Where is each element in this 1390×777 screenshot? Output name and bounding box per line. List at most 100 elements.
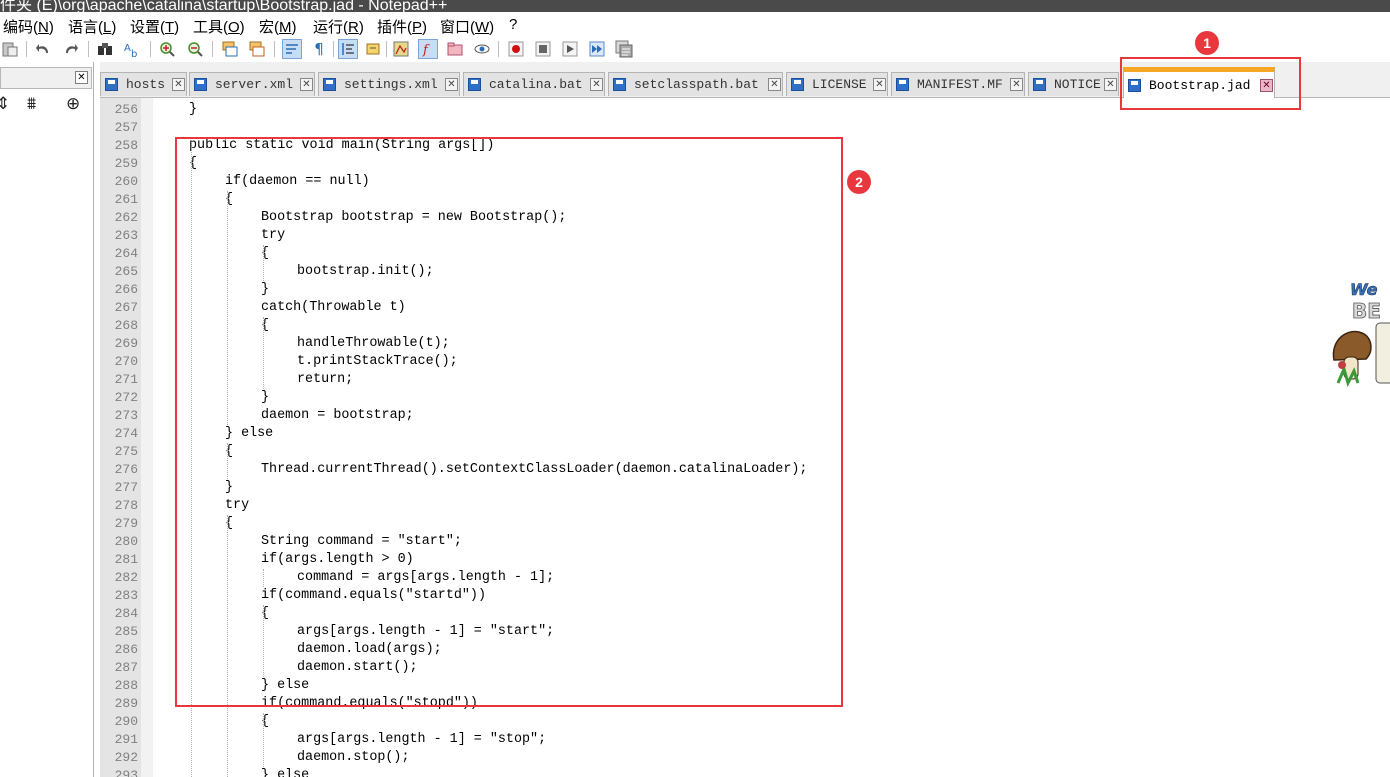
tab-bootstrap-jad[interactable]: Bootstrap.jad ✕ — [1123, 67, 1275, 98]
code-line[interactable]: } else — [225, 425, 273, 443]
code-line[interactable]: handleThrowable(t); — [297, 335, 450, 353]
indent-guide-icon[interactable] — [338, 39, 358, 59]
code-line[interactable]: } — [225, 479, 233, 497]
tab-catalina-bat[interactable]: catalina.bat ✕ — [463, 72, 605, 96]
record-macro-icon[interactable] — [507, 40, 525, 58]
code-line[interactable]: args[args.length - 1] = "start"; — [297, 623, 554, 641]
code-text-area[interactable]: } public static void main(String args[]){… — [153, 98, 1390, 777]
paste-icon[interactable] — [1, 40, 19, 58]
code-line[interactable]: Thread.currentThread().setContextClassLo… — [261, 461, 807, 479]
menu-language[interactable]: 语言(L) — [68, 16, 116, 37]
monitoring-icon[interactable] — [473, 40, 491, 58]
menu-macro[interactable]: 宏(M) — [259, 16, 297, 37]
menu-settings[interactable]: 设置(T) — [130, 16, 179, 37]
stop-record-icon[interactable] — [534, 40, 552, 58]
code-line[interactable]: if(args.length > 0) — [261, 551, 414, 569]
redo-icon[interactable] — [62, 40, 80, 58]
code-line[interactable]: daemon = bootstrap; — [261, 407, 414, 425]
side-panel-close-icon[interactable]: ✕ — [75, 71, 88, 84]
code-line[interactable]: } — [261, 281, 269, 299]
run-macro-multiple-icon[interactable] — [588, 40, 606, 58]
tab-close-icon[interactable]: ✕ — [1010, 78, 1023, 91]
menu-help[interactable]: ? — [509, 16, 517, 33]
zoom-in-icon[interactable] — [158, 40, 176, 58]
doc-map-icon[interactable] — [392, 40, 410, 58]
tab-close-icon[interactable]: ✕ — [768, 78, 781, 91]
menu-tools[interactable]: 工具(O) — [193, 16, 245, 37]
code-editor[interactable]: 256 257 258 259 260 261 262 263 264 265 266 267 268 2… — [100, 98, 1390, 777]
code-line[interactable]: try — [261, 227, 285, 245]
line-number: 287 — [114, 660, 138, 675]
expand-all-icon[interactable]: ⇕ — [0, 95, 10, 113]
indent-guide — [263, 605, 264, 677]
play-macro-icon[interactable] — [561, 40, 579, 58]
locate-current-icon[interactable]: ⊕ — [66, 95, 80, 113]
code-line[interactable]: Bootstrap bootstrap = new Bootstrap(); — [261, 209, 566, 227]
code-line[interactable]: daemon.stop(); — [297, 749, 410, 767]
line-number: 290 — [114, 714, 138, 729]
menu-encoding[interactable]: 编码(N) — [3, 16, 54, 37]
folder-as-workspace-icon[interactable] — [446, 40, 464, 58]
code-line[interactable]: if(command.equals("stopd")) — [261, 695, 478, 713]
zoom-out-icon[interactable] — [186, 40, 204, 58]
tab-label: NOTICE — [1054, 77, 1101, 92]
code-line[interactable]: bootstrap.init(); — [297, 263, 434, 281]
tab-close-icon[interactable]: ✕ — [1104, 78, 1117, 91]
code-line[interactable]: } else — [261, 767, 309, 777]
undo-icon[interactable] — [34, 40, 52, 58]
tab-settings-xml[interactable]: settings.xml ✕ — [318, 72, 460, 96]
code-line[interactable]: daemon.load(args); — [297, 641, 442, 659]
find-icon[interactable] — [96, 40, 114, 58]
line-number: 258 — [114, 138, 138, 153]
tab-manifest-mf[interactable]: MANIFEST.MF ✕ — [891, 72, 1025, 96]
fold-margin[interactable] — [141, 98, 153, 777]
function-list-icon[interactable]: f — [418, 39, 438, 59]
toolbar: Ab ¶ f — [0, 38, 1390, 62]
tab-close-icon[interactable]: ✕ — [1260, 78, 1273, 92]
code-line[interactable]: } — [189, 101, 197, 119]
code-line[interactable]: return; — [297, 371, 353, 389]
code-line[interactable]: catch(Throwable t) — [261, 299, 406, 317]
code-line[interactable]: public static void main(String args[]) — [189, 137, 494, 155]
line-number-gutter: 256 257 258 259 260 261 262 263 264 265 266 267 268 2… — [100, 98, 141, 777]
saved-file-icon — [613, 78, 626, 91]
menu-run[interactable]: 运行(R) — [313, 16, 364, 37]
tab-hosts[interactable]: hosts ✕ — [100, 72, 187, 96]
menu-window[interactable]: 窗口(W) — [440, 16, 494, 37]
tab-label: Bootstrap.jad — [1149, 77, 1251, 93]
word-wrap-icon[interactable] — [282, 39, 302, 59]
user-language-icon[interactable] — [364, 40, 382, 58]
menu-plugins[interactable]: 插件(P) — [377, 16, 427, 37]
tab-close-icon[interactable]: ✕ — [873, 78, 886, 91]
sync-horizontal-icon[interactable] — [248, 40, 266, 58]
line-number: 271 — [114, 372, 138, 387]
code-line[interactable]: t.printStackTrace(); — [297, 353, 458, 371]
code-line[interactable]: } else — [261, 677, 309, 695]
tab-notice[interactable]: NOTICE ✕ — [1028, 72, 1119, 96]
code-line[interactable]: } — [261, 389, 269, 407]
tab-label: settings.xml — [344, 77, 438, 92]
tab-strip: hosts ✕ server.xml ✕ settings.xml ✕ cata… — [100, 62, 1390, 98]
collapse-all-icon[interactable]: ⩩ — [27, 95, 36, 113]
svg-text:BE: BE — [1352, 299, 1381, 323]
code-line[interactable]: args[args.length - 1] = "stop"; — [297, 731, 546, 749]
code-line[interactable]: String command = "start"; — [261, 533, 462, 551]
show-all-chars-icon[interactable]: ¶ — [310, 40, 328, 58]
code-line[interactable]: if(command.equals("startd")) — [261, 587, 486, 605]
indent-guide — [263, 317, 264, 389]
tab-license[interactable]: LICENSE ✕ — [786, 72, 888, 96]
code-line[interactable]: daemon.start(); — [297, 659, 418, 677]
tab-close-icon[interactable]: ✕ — [590, 78, 603, 91]
tab-close-icon[interactable]: ✕ — [172, 78, 185, 91]
sync-vertical-icon[interactable] — [221, 40, 239, 58]
tab-close-icon[interactable]: ✕ — [445, 78, 458, 91]
indent-guide — [227, 191, 228, 425]
code-line[interactable]: command = args[args.length - 1]; — [297, 569, 554, 587]
replace-icon[interactable]: Ab — [124, 40, 142, 58]
tab-setclasspath-bat[interactable]: setclasspath.bat ✕ — [608, 72, 783, 96]
save-macro-icon[interactable] — [615, 40, 633, 58]
tab-server-xml[interactable]: server.xml ✕ — [189, 72, 315, 96]
tab-close-icon[interactable]: ✕ — [300, 78, 313, 91]
code-line[interactable]: try — [225, 497, 249, 515]
code-line[interactable]: if(daemon == null) — [225, 173, 370, 191]
